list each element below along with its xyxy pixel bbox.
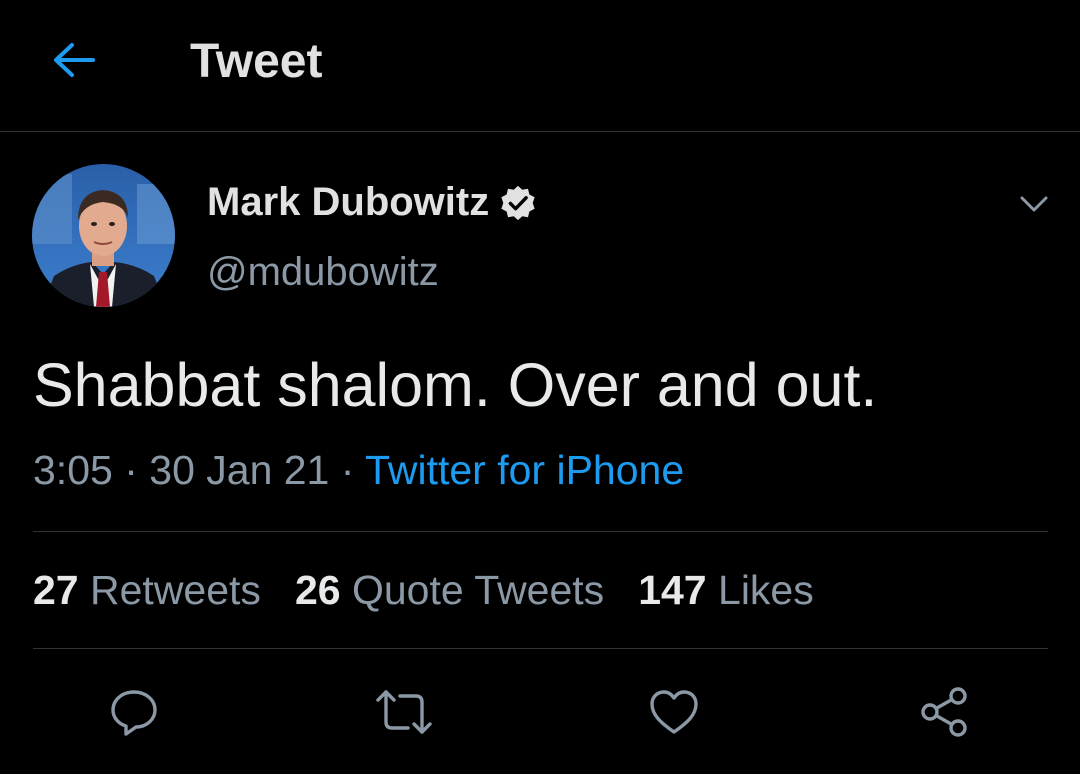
reply-button[interactable] xyxy=(102,680,166,744)
like-icon xyxy=(650,690,698,734)
tweet-text: Shabbat shalom. Over and out. xyxy=(33,351,878,419)
verified-badge-icon xyxy=(501,185,535,220)
divider xyxy=(33,531,1048,532)
back-button[interactable] xyxy=(50,36,98,84)
action-bar xyxy=(0,680,1080,744)
stat-label: Likes xyxy=(718,567,814,613)
tweet-date: 30 Jan 21 xyxy=(149,447,330,493)
stat-count: 27 xyxy=(33,567,79,613)
quote-tweets-stat[interactable]: 26 Quote Tweets xyxy=(295,567,604,614)
separator-dot: · xyxy=(124,447,150,493)
arrow-left-icon xyxy=(54,43,95,77)
tweet-source-link[interactable]: Twitter for iPhone xyxy=(365,447,684,493)
share-button[interactable] xyxy=(912,680,976,744)
page-title: Tweet xyxy=(190,35,323,88)
avatar[interactable] xyxy=(32,164,175,307)
stat-label: Retweets xyxy=(90,567,261,613)
like-button[interactable] xyxy=(642,680,706,744)
top-bar: Tweet xyxy=(0,0,1080,132)
retweets-stat[interactable]: 27 Retweets xyxy=(33,567,261,614)
reply-icon xyxy=(111,690,157,736)
retweet-button[interactable] xyxy=(372,680,436,744)
chevron-down-icon xyxy=(1020,196,1048,212)
tweet-time: 3:05 xyxy=(33,447,113,493)
separator-dot: · xyxy=(340,447,366,493)
engagement-stats: 27 Retweets 26 Quote Tweets 147 Likes xyxy=(33,567,814,614)
stat-label: Quote Tweets xyxy=(351,567,605,613)
author-handle[interactable]: @mdubowitz xyxy=(207,250,439,295)
stat-count: 147 xyxy=(638,567,707,613)
divider xyxy=(33,648,1048,649)
stat-count: 26 xyxy=(294,567,341,613)
share-icon xyxy=(921,687,967,737)
more-options-button[interactable] xyxy=(1010,186,1058,222)
retweet-icon xyxy=(376,690,432,734)
likes-stat[interactable]: 147 Likes xyxy=(638,567,814,614)
author-name[interactable]: Mark Dubowitz xyxy=(207,180,537,225)
tweet-meta: 3:05 · 30 Jan 21 · Twitter for iPhone xyxy=(33,447,684,494)
author-name-text: Mark Dubowitz xyxy=(207,180,490,224)
